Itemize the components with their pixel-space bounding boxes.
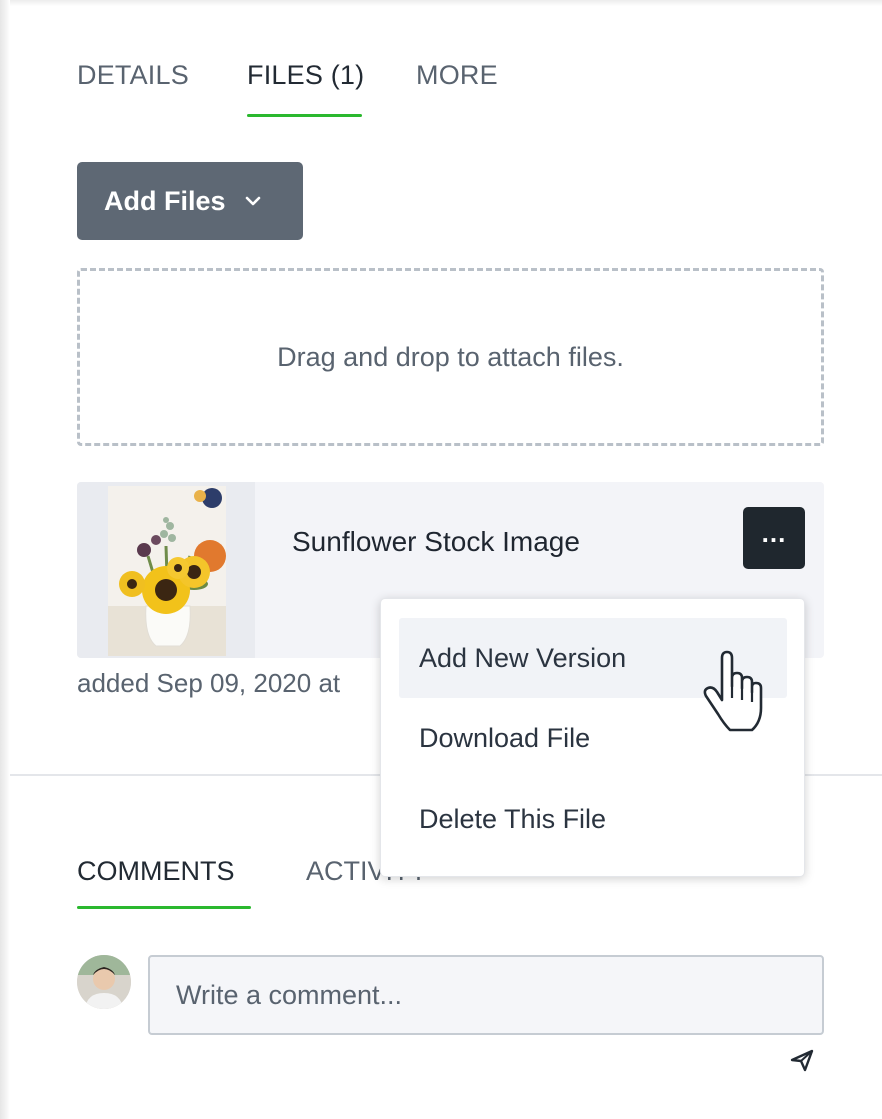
add-files-button[interactable]: Add Files bbox=[77, 162, 303, 240]
file-actions-menu: Add New Version Download File Delete Thi… bbox=[380, 598, 805, 877]
tab-comments[interactable]: COMMENTS bbox=[77, 856, 235, 887]
menu-item-label: Download File bbox=[419, 722, 591, 753]
tab-files[interactable]: FILES (1) bbox=[247, 60, 364, 91]
avatar bbox=[77, 955, 131, 1009]
file-dropzone[interactable]: Drag and drop to attach files. bbox=[77, 268, 824, 446]
file-name[interactable]: Sunflower Stock Image bbox=[292, 526, 580, 558]
active-tab-indicator bbox=[247, 114, 362, 117]
ellipsis-icon: ... bbox=[761, 518, 787, 548]
chevron-down-icon bbox=[245, 196, 260, 206]
comment-input[interactable] bbox=[148, 955, 824, 1035]
menu-item-label: Delete This File bbox=[419, 803, 607, 834]
file-more-button[interactable]: ... bbox=[743, 507, 805, 569]
menu-item-delete-file[interactable]: Delete This File bbox=[399, 779, 787, 859]
send-icon[interactable] bbox=[788, 1046, 816, 1074]
tab-details[interactable]: DETAILS bbox=[77, 60, 189, 91]
top-border bbox=[0, 0, 882, 6]
menu-item-download-file[interactable]: Download File bbox=[399, 698, 787, 778]
file-thumbnail[interactable] bbox=[108, 486, 226, 656]
dropzone-text: Drag and drop to attach files. bbox=[277, 341, 624, 372]
menu-item-add-new-version[interactable]: Add New Version bbox=[399, 618, 787, 698]
file-added-date: added Sep 09, 2020 at bbox=[77, 668, 341, 698]
add-files-label: Add Files bbox=[104, 185, 226, 216]
menu-item-label: Add New Version bbox=[419, 642, 627, 673]
tab-more[interactable]: MORE bbox=[416, 60, 498, 91]
left-border bbox=[0, 0, 10, 1119]
user-avatar-icon bbox=[77, 955, 131, 1009]
active-comments-tab-indicator bbox=[77, 906, 251, 909]
